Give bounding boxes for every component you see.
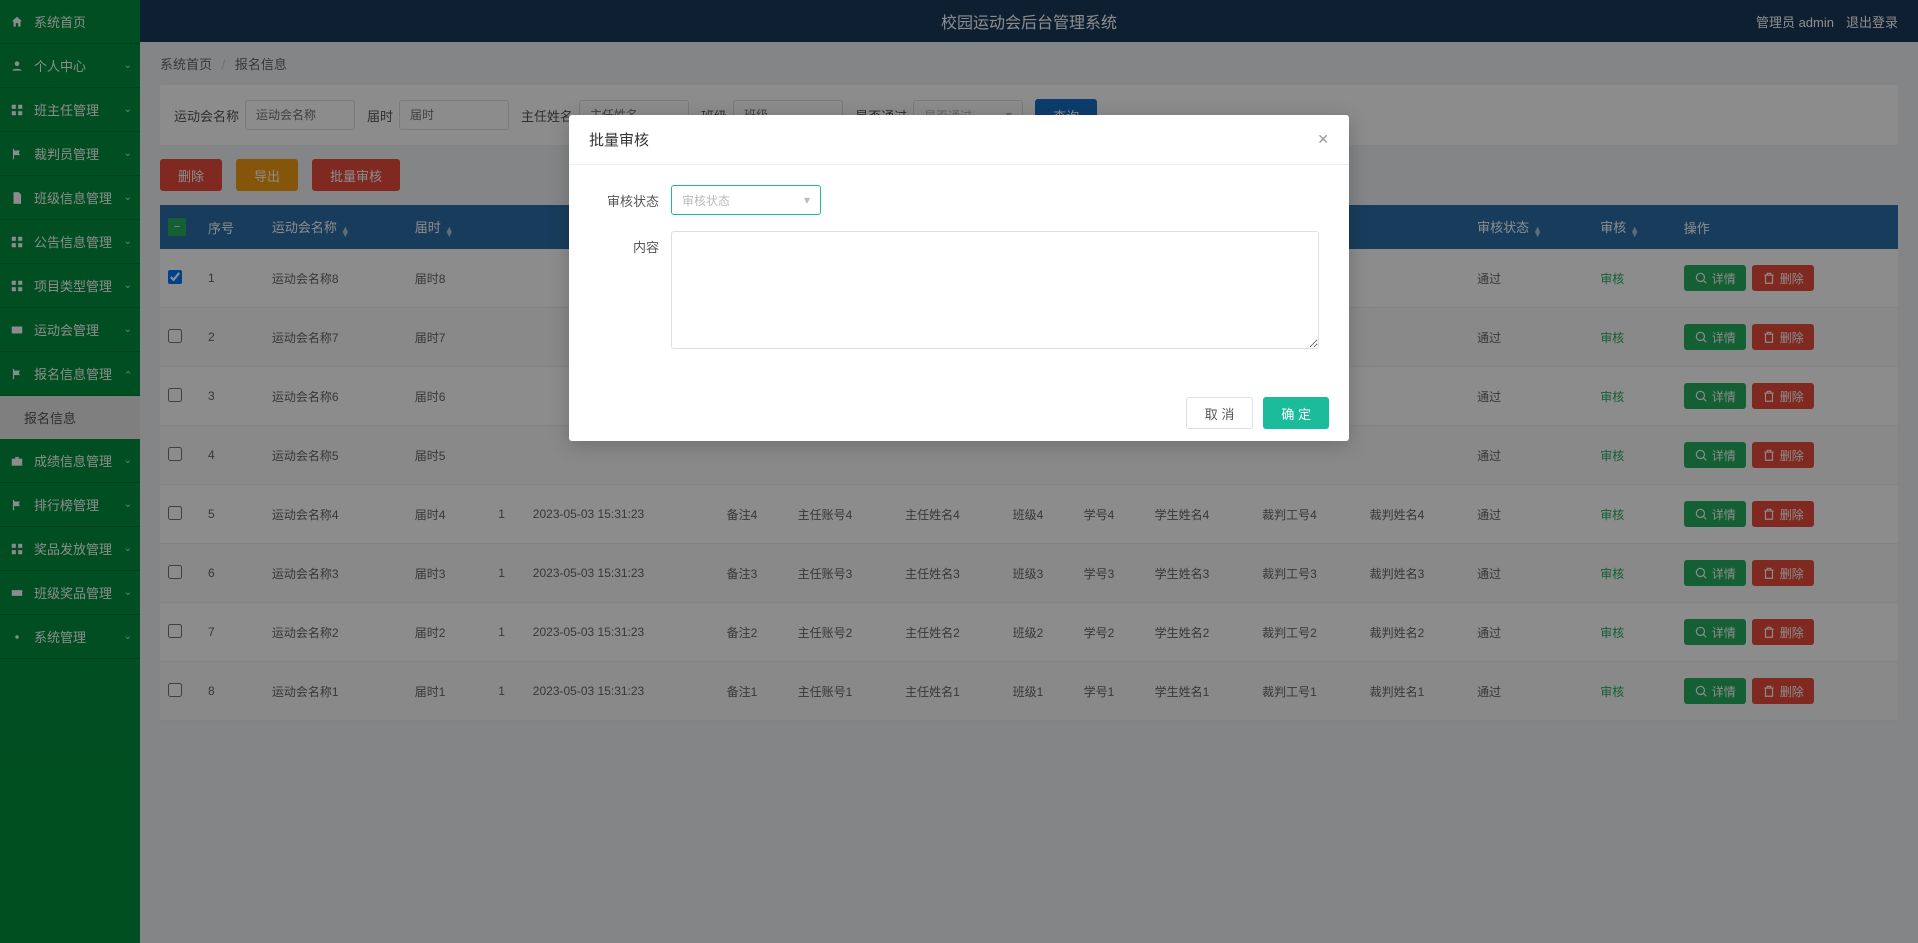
batch-review-modal: 批量审核 ✕ 审核状态 审核状态 ▾ 内容 取 消 确 定 (569, 115, 1349, 441)
modal-title: 批量审核 (589, 129, 649, 150)
modal-status-placeholder: 审核状态 (682, 192, 730, 209)
modal-content-textarea[interactable] (671, 231, 1319, 349)
modal-status-select[interactable]: 审核状态 ▾ (671, 185, 821, 215)
close-icon[interactable]: ✕ (1317, 131, 1329, 148)
modal-content-label: 内容 (599, 231, 659, 349)
chevron-down-icon: ▾ (804, 193, 810, 207)
cancel-button[interactable]: 取 消 (1186, 397, 1254, 429)
modal-status-label: 审核状态 (599, 185, 659, 215)
confirm-button[interactable]: 确 定 (1263, 397, 1329, 429)
